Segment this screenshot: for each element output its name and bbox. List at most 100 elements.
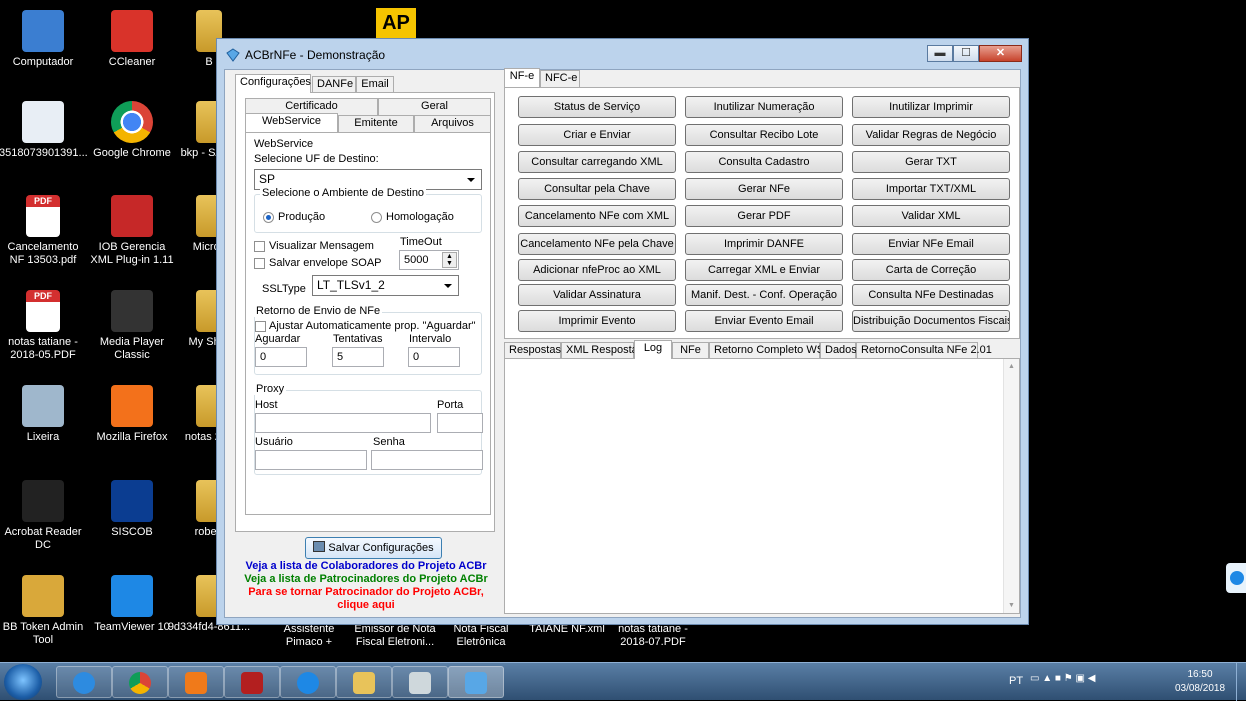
taskbar-acrobat[interactable]	[224, 666, 280, 698]
nfe-action-button[interactable]: Cancelamento NFe pela Chave	[518, 233, 676, 255]
patrocinadores-link[interactable]: Veja a lista de Patrocinadores do Projet…	[225, 573, 507, 586]
nfe-action-button[interactable]: Importar TXT/XML	[852, 178, 1010, 200]
nfe-action-button[interactable]: Validar Assinatura	[518, 284, 676, 306]
tentativas-input[interactable]: 5	[332, 347, 384, 367]
nfe-action-button[interactable]: Validar Regras de Negócio	[852, 124, 1010, 146]
nfe-action-button[interactable]: Criar e Enviar	[518, 124, 676, 146]
nfe-action-button[interactable]: Consultar pela Chave	[518, 178, 676, 200]
subtab-geral[interactable]: Geral	[378, 98, 491, 115]
title-bar[interactable]: ACBrNFe - Demonstração ▬ ☐ ✕	[217, 39, 1028, 69]
language-indicator[interactable]: PT	[1009, 675, 1023, 687]
start-button[interactable]	[4, 664, 42, 700]
teamviewer-widget[interactable]	[1226, 563, 1246, 593]
taskbar-teamviewer[interactable]	[280, 666, 336, 698]
desktop-icon[interactable]: BB Token Admin Tool	[0, 575, 87, 647]
result-tab[interactable]: Respostas	[504, 342, 561, 359]
result-tab[interactable]: Log	[634, 340, 672, 359]
nfe-action-button[interactable]: Enviar Evento Email	[685, 310, 843, 332]
timeout-spinner[interactable]: ▲ ▼	[442, 252, 457, 268]
nfe-action-button[interactable]: Inutilizar Numeração	[685, 96, 843, 118]
result-tab[interactable]: NFe	[672, 342, 709, 359]
nfe-action-button[interactable]: Consultar carregando XML	[518, 151, 676, 173]
producao-radio[interactable]	[263, 212, 274, 223]
nfe-action-button[interactable]: Cancelamento NFe com XML	[518, 205, 676, 227]
nfe-action-button[interactable]: Imprimir DANFE	[685, 233, 843, 255]
homologacao-radio[interactable]	[371, 212, 382, 223]
nfe-action-button[interactable]: Consulta NFe Destinadas	[852, 284, 1010, 306]
tab-configuracoes[interactable]: Configurações	[235, 74, 311, 93]
nfe-action-button[interactable]: Imprimir Evento	[518, 310, 676, 332]
taskbar-explorer[interactable]	[336, 666, 392, 698]
nfe-action-button[interactable]: Carta de Correção	[852, 259, 1010, 281]
nfe-action-button[interactable]: Consulta Cadastro	[685, 151, 843, 173]
close-button[interactable]: ✕	[979, 45, 1022, 62]
nfe-action-button[interactable]: Enviar NFe Email	[852, 233, 1010, 255]
nfe-action-button[interactable]: Gerar PDF	[685, 205, 843, 227]
desktop-icon[interactable]: Cancelamento NF 13503.pdf	[0, 195, 87, 267]
host-input[interactable]	[255, 413, 431, 433]
subtab-emitente[interactable]: Emitente	[338, 115, 414, 132]
tornar-patrocinador-link[interactable]: Para se tornar Patrocinador do Projeto A…	[225, 586, 507, 599]
clock-date[interactable]: 03/08/2018	[1170, 683, 1230, 694]
result-tab[interactable]: Dados	[820, 342, 857, 359]
desktop-icon[interactable]: Computador	[0, 10, 87, 69]
nfe-action-button[interactable]: Gerar TXT	[852, 151, 1010, 173]
nfe-action-button[interactable]: Validar XML	[852, 205, 1010, 227]
subtab-webservice[interactable]: WebService	[245, 113, 338, 132]
taskbar-ie[interactable]	[56, 666, 112, 698]
desktop-icon[interactable]: Media Player Classic	[88, 290, 176, 362]
desktop-icon-label[interactable]: notas tatiane - 2018-07.PDF	[609, 623, 697, 649]
clique-aqui-link[interactable]: clique aqui	[225, 599, 507, 612]
desktop-icon[interactable]: 3518073901391...	[0, 101, 88, 160]
nfe-action-button[interactable]: Adicionar nfeProc ao XML	[518, 259, 676, 281]
log-panel[interactable]: ▲ ▼	[504, 358, 1020, 614]
result-tab[interactable]: XML Resposta	[561, 342, 638, 359]
ajustar-checkbox[interactable]	[255, 321, 266, 332]
taskbar-chrome[interactable]	[112, 666, 168, 698]
desktop-icon[interactable]: Acrobat Reader DC	[0, 480, 87, 552]
desktop-icon[interactable]: TeamViewer 10	[88, 575, 176, 634]
nfe-action-button[interactable]: Status de Serviço	[518, 96, 676, 118]
salvar-configuracoes-button[interactable]: Salvar Configurações	[305, 537, 442, 559]
desktop-icon-label[interactable]: Emissor de Nota Fiscal Eletroni...	[351, 623, 439, 649]
ssltype-select[interactable]: LT_TLSv1_2	[312, 275, 459, 296]
minimize-button[interactable]: ▬	[927, 45, 953, 62]
salvar-soap-checkbox[interactable]	[254, 258, 265, 269]
desktop-icon[interactable]: IOB Gerencia XML Plug-in 1.11	[88, 195, 176, 267]
nfe-action-button[interactable]: Distribuição Documentos Fiscais	[852, 310, 1010, 332]
nfe-action-button[interactable]: Inutilizar Imprimir	[852, 96, 1010, 118]
desktop-icon[interactable]: Google Chrome	[88, 101, 176, 160]
result-tab[interactable]: RetornoConsulta NFe 2.01	[856, 342, 992, 359]
nfe-action-button[interactable]: Consultar Recibo Lote	[685, 124, 843, 146]
scroll-up-icon[interactable]: ▲	[1004, 363, 1019, 370]
result-tab[interactable]: Retorno Completo WS	[709, 342, 824, 359]
clock-time[interactable]: 16:50	[1178, 669, 1222, 680]
desktop-icon-label[interactable]: Nota Fiscal Eletrônica	[437, 623, 525, 649]
taskbar-paint[interactable]	[392, 666, 448, 698]
usuario-input[interactable]	[255, 450, 367, 470]
show-desktop-button[interactable]	[1236, 663, 1246, 701]
porta-input[interactable]	[437, 413, 483, 433]
desktop-icon[interactable]: CCleaner	[88, 10, 176, 69]
tab-nfce[interactable]: NFC-e	[540, 70, 580, 87]
visualizar-mensagem-checkbox[interactable]	[254, 241, 265, 252]
colaboradores-link[interactable]: Veja a lista de Colaboradores do Projeto…	[225, 560, 507, 573]
intervalo-input[interactable]: 0	[408, 347, 460, 367]
ap-icon[interactable]: AP	[376, 8, 416, 38]
tab-email[interactable]: Email	[356, 76, 394, 93]
nfe-action-button[interactable]: Manif. Dest. - Conf. Operação	[685, 284, 843, 306]
aguardar-input[interactable]: 0	[255, 347, 307, 367]
nfe-action-button[interactable]: Gerar NFe	[685, 178, 843, 200]
tab-nfe[interactable]: NF-e	[504, 68, 540, 87]
tab-danfe[interactable]: DANFe	[312, 76, 356, 93]
taskbar-media[interactable]	[168, 666, 224, 698]
senha-input[interactable]	[371, 450, 483, 470]
desktop-icon[interactable]: Mozilla Firefox	[88, 385, 176, 444]
nfe-action-button[interactable]: Carregar XML e Enviar	[685, 259, 843, 281]
desktop-icon[interactable]: Lixeira	[0, 385, 87, 444]
taskbar-acbr[interactable]	[448, 666, 504, 698]
scroll-down-icon[interactable]: ▼	[1004, 602, 1019, 609]
desktop-icon[interactable]: SISCOB	[88, 480, 176, 539]
log-scrollbar[interactable]: ▲ ▼	[1003, 359, 1019, 613]
tray-icons[interactable]: ▭ ▲ ■ ⚑ ▣ ◀	[1030, 673, 1095, 684]
